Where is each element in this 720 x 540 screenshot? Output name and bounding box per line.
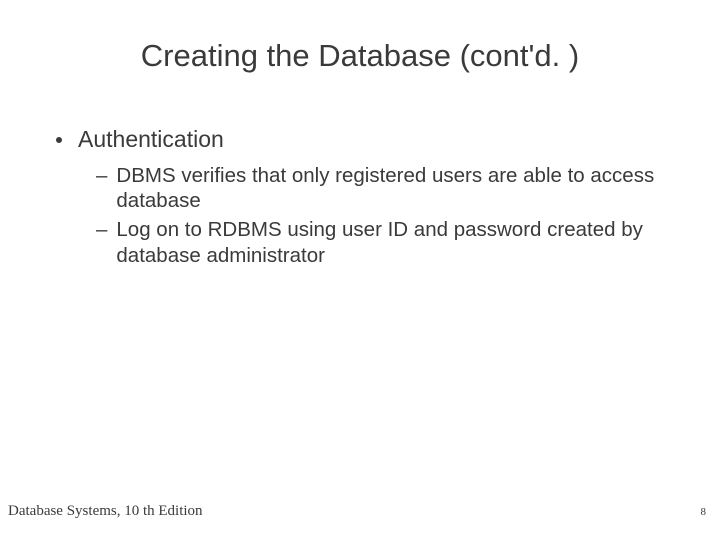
bullet-level-2: – DBMS verifies that only registered use… xyxy=(50,163,670,213)
slide: Creating the Database (cont'd. ) Authent… xyxy=(0,0,720,540)
footer-source: Database Systems, 10 th Edition xyxy=(8,503,203,520)
bullet-dash-icon: – xyxy=(96,163,107,188)
page-number: 8 xyxy=(701,506,707,518)
bullet-level-1: Authentication xyxy=(50,126,670,153)
slide-title: Creating the Database (cont'd. ) xyxy=(0,38,720,74)
bullet-level-2: – Log on to RDBMS using user ID and pass… xyxy=(50,217,670,267)
bullet-dot-icon xyxy=(56,137,62,143)
bullet-l2a-text: DBMS verifies that only registered users… xyxy=(116,163,670,213)
bullet-dash-icon: – xyxy=(96,217,107,242)
slide-content: Authentication – DBMS verifies that only… xyxy=(0,126,720,268)
bullet-l2b-text: Log on to RDBMS using user ID and passwo… xyxy=(116,217,670,267)
bullet-l1-text: Authentication xyxy=(78,126,224,153)
